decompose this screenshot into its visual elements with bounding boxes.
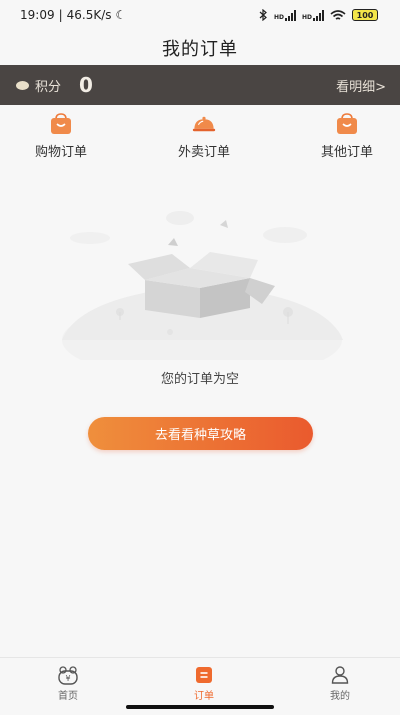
points-value: 0: [79, 73, 93, 97]
tab-home[interactable]: ¥ 首页: [48, 658, 88, 703]
tab-label: 我的: [330, 691, 350, 702]
order-icon: [196, 667, 212, 683]
status-time: 19:09: [20, 8, 55, 22]
svg-text:¥: ¥: [65, 674, 70, 683]
category-other-orders[interactable]: 其他订单: [312, 113, 382, 168]
points-detail-link[interactable]: 看明细>: [336, 76, 386, 95]
title-bar: 我的订单: [0, 30, 400, 65]
home-indicator[interactable]: [126, 705, 274, 709]
bottom-tab-bar: ¥ 首页 订单 我的: [0, 657, 400, 703]
coin-icon: [16, 80, 29, 90]
tab-orders[interactable]: 订单: [184, 658, 224, 703]
battery-icon: 100: [352, 9, 378, 21]
category-shopping-orders[interactable]: 购物订单: [26, 113, 96, 168]
profile-icon: [331, 666, 349, 684]
points-bar: 积分 0 看明细>: [0, 65, 400, 105]
home-wallet-icon: ¥: [58, 666, 78, 685]
status-speed: 46.5K/s: [66, 8, 112, 22]
empty-box-illustration: [62, 211, 343, 360]
tab-label: 订单: [194, 691, 214, 702]
moon-icon: ☾: [115, 8, 127, 22]
status-left: 19:09 | 46.5K/s ☾: [20, 8, 126, 22]
category-label: 其他订单: [320, 145, 373, 160]
signal-icon: HD: [274, 9, 296, 21]
status-right: HD HD 100: [258, 9, 378, 21]
category-label: 购物订单: [34, 145, 87, 160]
shopping-bag-icon: [337, 113, 357, 134]
empty-message: 您的订单为空: [160, 372, 239, 387]
category-label: 外卖订单: [177, 145, 230, 160]
wifi-icon: [330, 9, 346, 20]
signal-icon-2: HD: [302, 9, 324, 21]
browse-guides-button[interactable]: 去看看种草攻略: [88, 417, 313, 450]
tab-profile[interactable]: 我的: [320, 658, 360, 703]
status-separator: |: [58, 8, 63, 22]
shopping-bag-icon: [51, 113, 71, 134]
points-label: 积分: [35, 79, 62, 95]
food-cloche-icon: [192, 116, 216, 132]
orders-screen: 19:09 | 46.5K/s ☾ HD HD 100 我的订单 积分 0 看明…: [0, 0, 400, 715]
bluetooth-icon: [259, 9, 267, 21]
page-title: 我的订单: [162, 38, 238, 60]
order-categories: 购物订单 外卖订单 其他订单: [0, 113, 400, 168]
points-summary: 积分 0: [16, 73, 93, 97]
tab-label: 首页: [58, 691, 78, 702]
status-bar: 19:09 | 46.5K/s ☾ HD HD 100: [0, 0, 400, 30]
category-takeout-orders[interactable]: 外卖订单: [169, 113, 239, 168]
